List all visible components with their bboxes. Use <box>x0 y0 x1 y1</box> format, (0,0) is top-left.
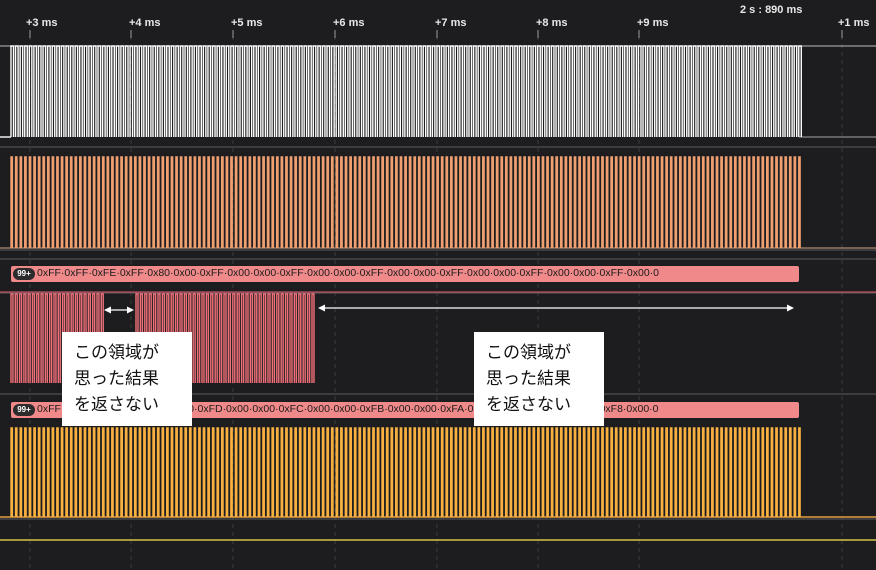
waveform-canvas[interactable] <box>0 0 876 570</box>
annotation-callout: この領域が 思った結果 を返さない <box>62 332 192 426</box>
arrow-head <box>787 304 794 312</box>
decoder-row-1[interactable]: 99+ 0xFF·0xFF·0xFE·0xFF·0x80·0x00·0xFF·0… <box>11 266 799 282</box>
arrow-head <box>127 306 134 314</box>
arrow-head <box>104 306 111 314</box>
logic-analyzer-view: 2 s : 890 ms +3 ms +4 ms +5 ms +6 ms +7 … <box>0 0 876 570</box>
decoder-count-badge: 99+ <box>13 404 35 416</box>
annotation-callout: この領域が 思った結果 を返さない <box>474 332 604 426</box>
signal-waveform <box>10 156 801 248</box>
arrow-head <box>318 304 325 312</box>
decoder-values: 0xFF·0xFF·0xFE·0xFF·0x80·0x00·0xFF·0x00·… <box>37 267 660 279</box>
signal-waveform <box>10 45 802 137</box>
signal-waveform <box>10 427 801 517</box>
decoder-count-badge: 99+ <box>13 268 35 280</box>
